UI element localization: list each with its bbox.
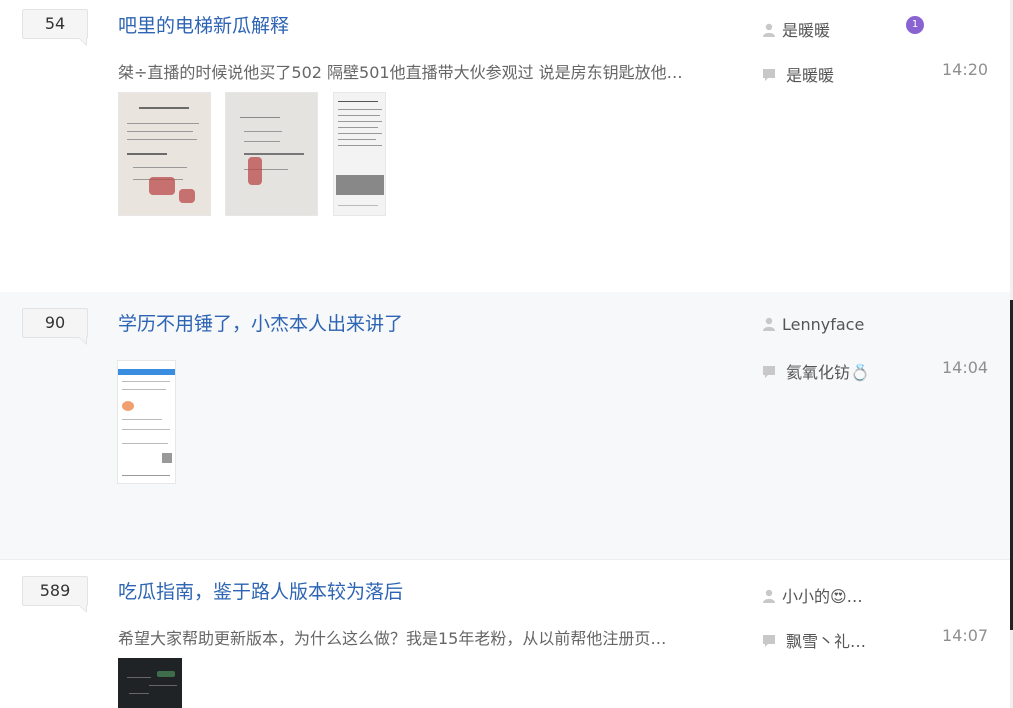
thread-image[interactable] [118, 658, 182, 708]
comment-icon [762, 364, 776, 378]
thread-item: 54 吧里的电梯新瓜解释 桀÷直播的时候说他买了502 隔壁501他直播带大伙参… [0, 0, 1010, 293]
thread-abstract: 希望大家帮助更新版本，为什么这么做？我是15年老粉，从以前帮他注册页… [118, 629, 667, 648]
person-icon [762, 316, 776, 331]
last-replier-name[interactable]: 是暖暖 [786, 66, 834, 85]
last-replier[interactable]: 氦氧化钫💍 [762, 359, 870, 383]
reply-time: 14:20 [942, 60, 989, 79]
author-name[interactable]: 是暖暖 [782, 21, 830, 40]
thread-author[interactable]: 小小的😍… [762, 583, 863, 607]
level-badge-icon: 1 [906, 16, 924, 34]
author-name[interactable]: 小小的😍… [782, 587, 863, 606]
reply-time: 14:07 [942, 626, 989, 645]
thread-image[interactable] [118, 92, 211, 216]
last-replier-name[interactable]: 飘雪丶礼… [786, 632, 866, 651]
last-replier[interactable]: 飘雪丶礼… [762, 628, 866, 652]
reply-count: 589 [22, 576, 88, 613]
person-icon [762, 22, 776, 37]
thread-abstract: 桀÷直播的时候说他买了502 隔壁501他直播带大伙参观过 说是房东钥匙放他… [118, 63, 683, 82]
reply-count: 90 [22, 308, 88, 345]
thread-image[interactable] [225, 92, 318, 216]
thread-title[interactable]: 学历不用锤了，小杰本人出来讲了 [118, 309, 403, 336]
reply-count: 54 [22, 9, 88, 46]
thread-image[interactable] [117, 360, 176, 484]
thread-image[interactable] [333, 92, 386, 216]
thread-author[interactable]: Lennyface [762, 315, 864, 334]
last-replier[interactable]: 是暖暖 [762, 62, 834, 86]
thread-item: 589 吃瓜指南，鉴于路人版本较为落后 希望大家帮助更新版本，为什么这么做？我是… [0, 559, 1010, 708]
thread-title[interactable]: 吃瓜指南，鉴于路人版本较为落后 [118, 577, 403, 604]
reply-time: 14:04 [942, 358, 989, 377]
thread-item: 90 学历不用锤了，小杰本人出来讲了 Lennyface 氦氧化钫💍 14:04 [0, 292, 1010, 560]
last-replier-name[interactable]: 氦氧化钫💍 [786, 363, 870, 382]
person-icon [762, 588, 776, 603]
thread-author[interactable]: 是暖暖 [762, 17, 830, 41]
comment-icon [762, 633, 776, 647]
author-name[interactable]: Lennyface [782, 315, 864, 334]
comment-icon [762, 67, 776, 81]
thread-title[interactable]: 吧里的电梯新瓜解释 [118, 11, 289, 38]
